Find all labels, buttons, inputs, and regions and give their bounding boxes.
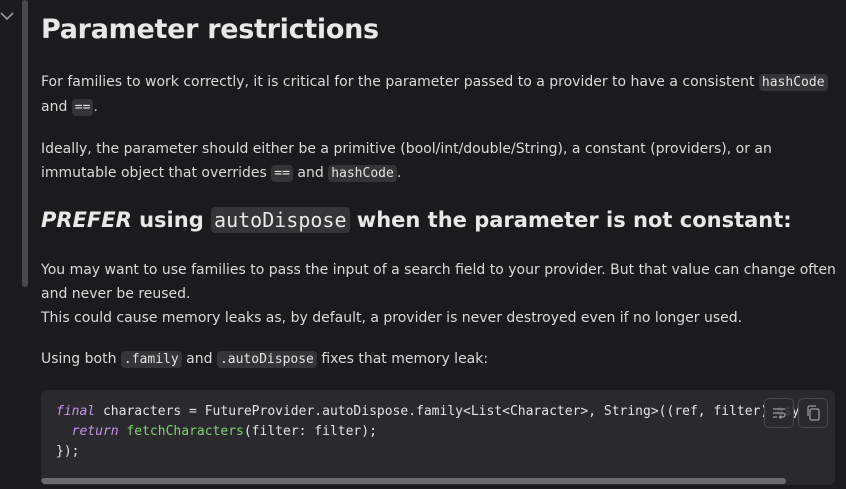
paragraph-search-field: You may want to use families to pass the… — [41, 262, 836, 326]
sidebar-rail — [0, 0, 23, 489]
inline-code: autoDispose — [211, 207, 350, 233]
chevron-down-icon — [0, 12, 14, 21]
code-horizontal-scrollbar-thumb[interactable] — [41, 478, 786, 484]
inline-code: hashCode — [328, 165, 397, 182]
word-wrap-button[interactable] — [764, 398, 794, 428]
docs-page: Parameter restrictions For families to w… — [0, 0, 846, 489]
page-scrollbar-thumb[interactable] — [22, 0, 28, 287]
paragraph-families-hashcode: For families to work correctly, it is cr… — [41, 70, 841, 120]
code-lines: final characters = FutureProvider.autoDi… — [56, 404, 800, 459]
copy-button[interactable] — [798, 398, 828, 428]
inline-code: .autoDispose — [216, 351, 317, 368]
code-block: final characters = FutureProvider.autoDi… — [41, 390, 835, 485]
inline-code: == — [71, 99, 94, 116]
page-title: Parameter restrictions — [41, 14, 379, 45]
section-heading-prefer-autodispose: PREFER using autoDispose when the parame… — [41, 207, 792, 233]
sidebar-collapse-button[interactable] — [0, 8, 14, 22]
word-wrap-icon — [773, 408, 786, 419]
copy-icon — [807, 405, 820, 421]
inline-code: .family — [120, 351, 182, 368]
inline-code: hashCode — [758, 74, 828, 91]
paragraph-using-both: Using both .family and .autoDispose fixe… — [41, 351, 489, 368]
paragraph-parameter-types: Ideally, the parameter should either be … — [41, 141, 772, 182]
inline-code: == — [271, 165, 293, 182]
